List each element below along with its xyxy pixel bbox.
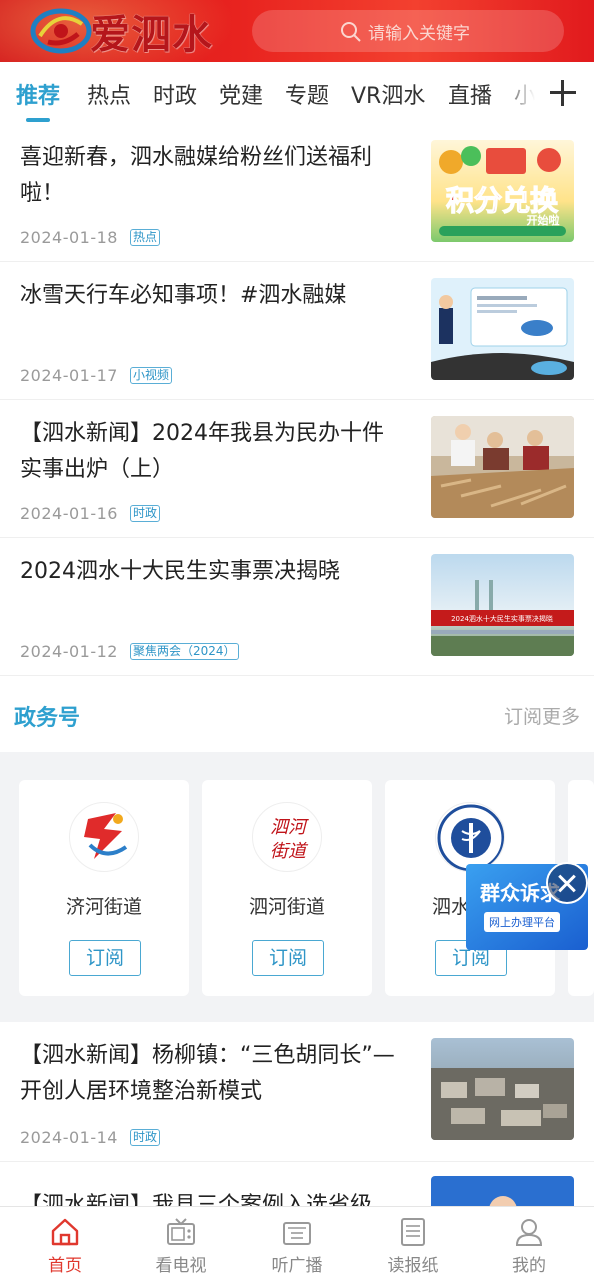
category-tabs: 推荐 热点 时政 党建 专题 VR泗水 直播 小 [0,62,594,124]
logo-mark-icon [30,8,92,54]
nav-label: 我的 [512,1256,546,1276]
news-thumbnail: 2024泗水十大民生实事票决揭晓 [431,554,574,656]
active-tab-indicator [26,118,50,122]
news-title: 冰雪天行车必知事项！#泗水融媒 [20,283,347,308]
news-meta: 2024-01-12 聚焦两会（2024） [20,642,239,661]
svg-text:街道: 街道 [270,841,309,862]
thumb-banner-text: 2024泗水十大民生实事票决揭晓 [451,614,553,623]
app-logo[interactable]: 爱泗水 [28,6,213,58]
nav-label: 读报纸 [387,1256,439,1276]
gov-account-name: 济河街道 [65,896,142,918]
tab-topics[interactable]: 专题 [285,78,329,110]
nav-label: 听广播 [271,1256,323,1276]
nav-label: 看电视 [155,1256,207,1276]
search-placeholder: 请输入关键字 [368,23,470,44]
news-thumbnail: 积分兑换 开始啦 [431,140,574,242]
news-tag: 热点 [129,229,160,246]
news-item[interactable]: 【泗水新闻】2024年我县为民办十件实事出炉（上） 2024-01-16 时政 [0,400,594,538]
news-tag: 聚焦两会（2024） [129,643,239,660]
gov-account-card[interactable]: 济河街道 订阅 [19,780,189,996]
news-date: 2024-01-16 [20,504,118,523]
close-badge-icon[interactable] [546,862,588,904]
newspaper-icon [401,1218,425,1246]
search-icon [341,22,361,42]
news-meta: 2024-01-16 时政 [20,504,160,523]
news-title: 2024泗水十大民生实事票决揭晓 [20,559,340,584]
logo-text: 爱泗水 [90,11,213,58]
gov-account-name: 泗河街道 [248,896,325,918]
news-date: 2024-01-17 [20,366,118,385]
news-thumbnail [431,1038,574,1140]
news-item[interactable]: 【泗水新闻】杨柳镇：“三色胡同长”—开创人居环境整治新模式 2024-01-14… [0,1022,594,1162]
gov-account-avatar [69,802,139,872]
tab-hot[interactable]: 热点 [87,78,131,110]
home-icon [51,1218,79,1246]
thumb-subheadline: 开始啦 [527,213,560,227]
thumb-headline: 积分兑换 [446,184,559,217]
tab-fade [500,62,550,124]
news-title: 【泗水新闻】2024年我县为民办十件实事出炉（上） [20,421,384,482]
news-date: 2024-01-12 [20,642,118,661]
subscribe-more-link[interactable]: 订阅更多 [504,702,580,729]
radio-icon [283,1222,311,1245]
tab-live[interactable]: 直播 [448,78,492,110]
svg-text:泗河: 泗河 [270,817,309,838]
tab-vr[interactable]: VR泗水 [351,78,425,110]
news-item[interactable]: 喜迎新春，泗水融媒给粉丝们送福利啦！ 2024-01-18 热点 积分兑换 开始… [0,124,594,262]
news-thumbnail [431,278,574,380]
nav-home[interactable]: 首页 [6,1207,124,1280]
news-date: 2024-01-18 [20,228,118,247]
app-header: 爱泗水 请输入关键字 [0,0,594,62]
news-title: 【泗水新闻】杨柳镇：“三色胡同长”—开创人居环境整治新模式 [20,1043,395,1104]
tv-icon [167,1218,195,1245]
news-item[interactable]: 2024泗水十大民生实事票决揭晓 2024-01-12 聚焦两会（2024） 2… [0,538,594,676]
nav-radio[interactable]: 听广播 [238,1207,356,1280]
news-tag: 小视频 [129,367,172,384]
bottom-navigation: 首页 看电视 听广播 读报纸 我的 [0,1206,594,1280]
gov-account-card[interactable]: 泗河 街道 泗河街道 订阅 [202,780,372,996]
news-item[interactable]: 冰雪天行车必知事项！#泗水融媒 2024-01-17 小视频 [0,262,594,400]
news-tag: 时政 [129,1129,160,1146]
news-meta: 2024-01-17 小视频 [20,366,172,385]
news-title: 喜迎新春，泗水融媒给粉丝们送福利啦！ [20,145,373,206]
gov-section-header: 政务号 订阅更多 [0,676,594,752]
add-channel-icon[interactable] [546,76,580,110]
nav-tv[interactable]: 看电视 [122,1207,240,1280]
badge-subtitle: 网上办理平台 [489,915,555,929]
nav-label: 首页 [48,1256,82,1276]
gov-account-avatar [435,802,505,872]
search-bar[interactable]: 请输入关键字 [252,10,564,52]
subscribe-button[interactable]: 订阅 [69,940,141,976]
news-meta: 2024-01-18 热点 [20,228,160,247]
subscribe-button[interactable]: 订阅 [252,940,324,976]
user-icon [515,1219,543,1246]
news-thumbnail [431,416,574,518]
news-meta: 2024-01-14 时政 [20,1128,160,1147]
tab-recommend[interactable]: 推荐 [16,78,60,110]
tab-politics[interactable]: 时政 [153,78,197,110]
gov-account-avatar: 泗河 街道 [252,802,322,872]
news-date: 2024-01-14 [20,1128,118,1147]
nav-newspaper[interactable]: 读报纸 [354,1207,472,1280]
news-tag: 时政 [129,505,160,522]
gov-section-title: 政务号 [14,706,81,731]
nav-me[interactable]: 我的 [470,1207,588,1280]
tab-party[interactable]: 党建 [219,78,263,110]
